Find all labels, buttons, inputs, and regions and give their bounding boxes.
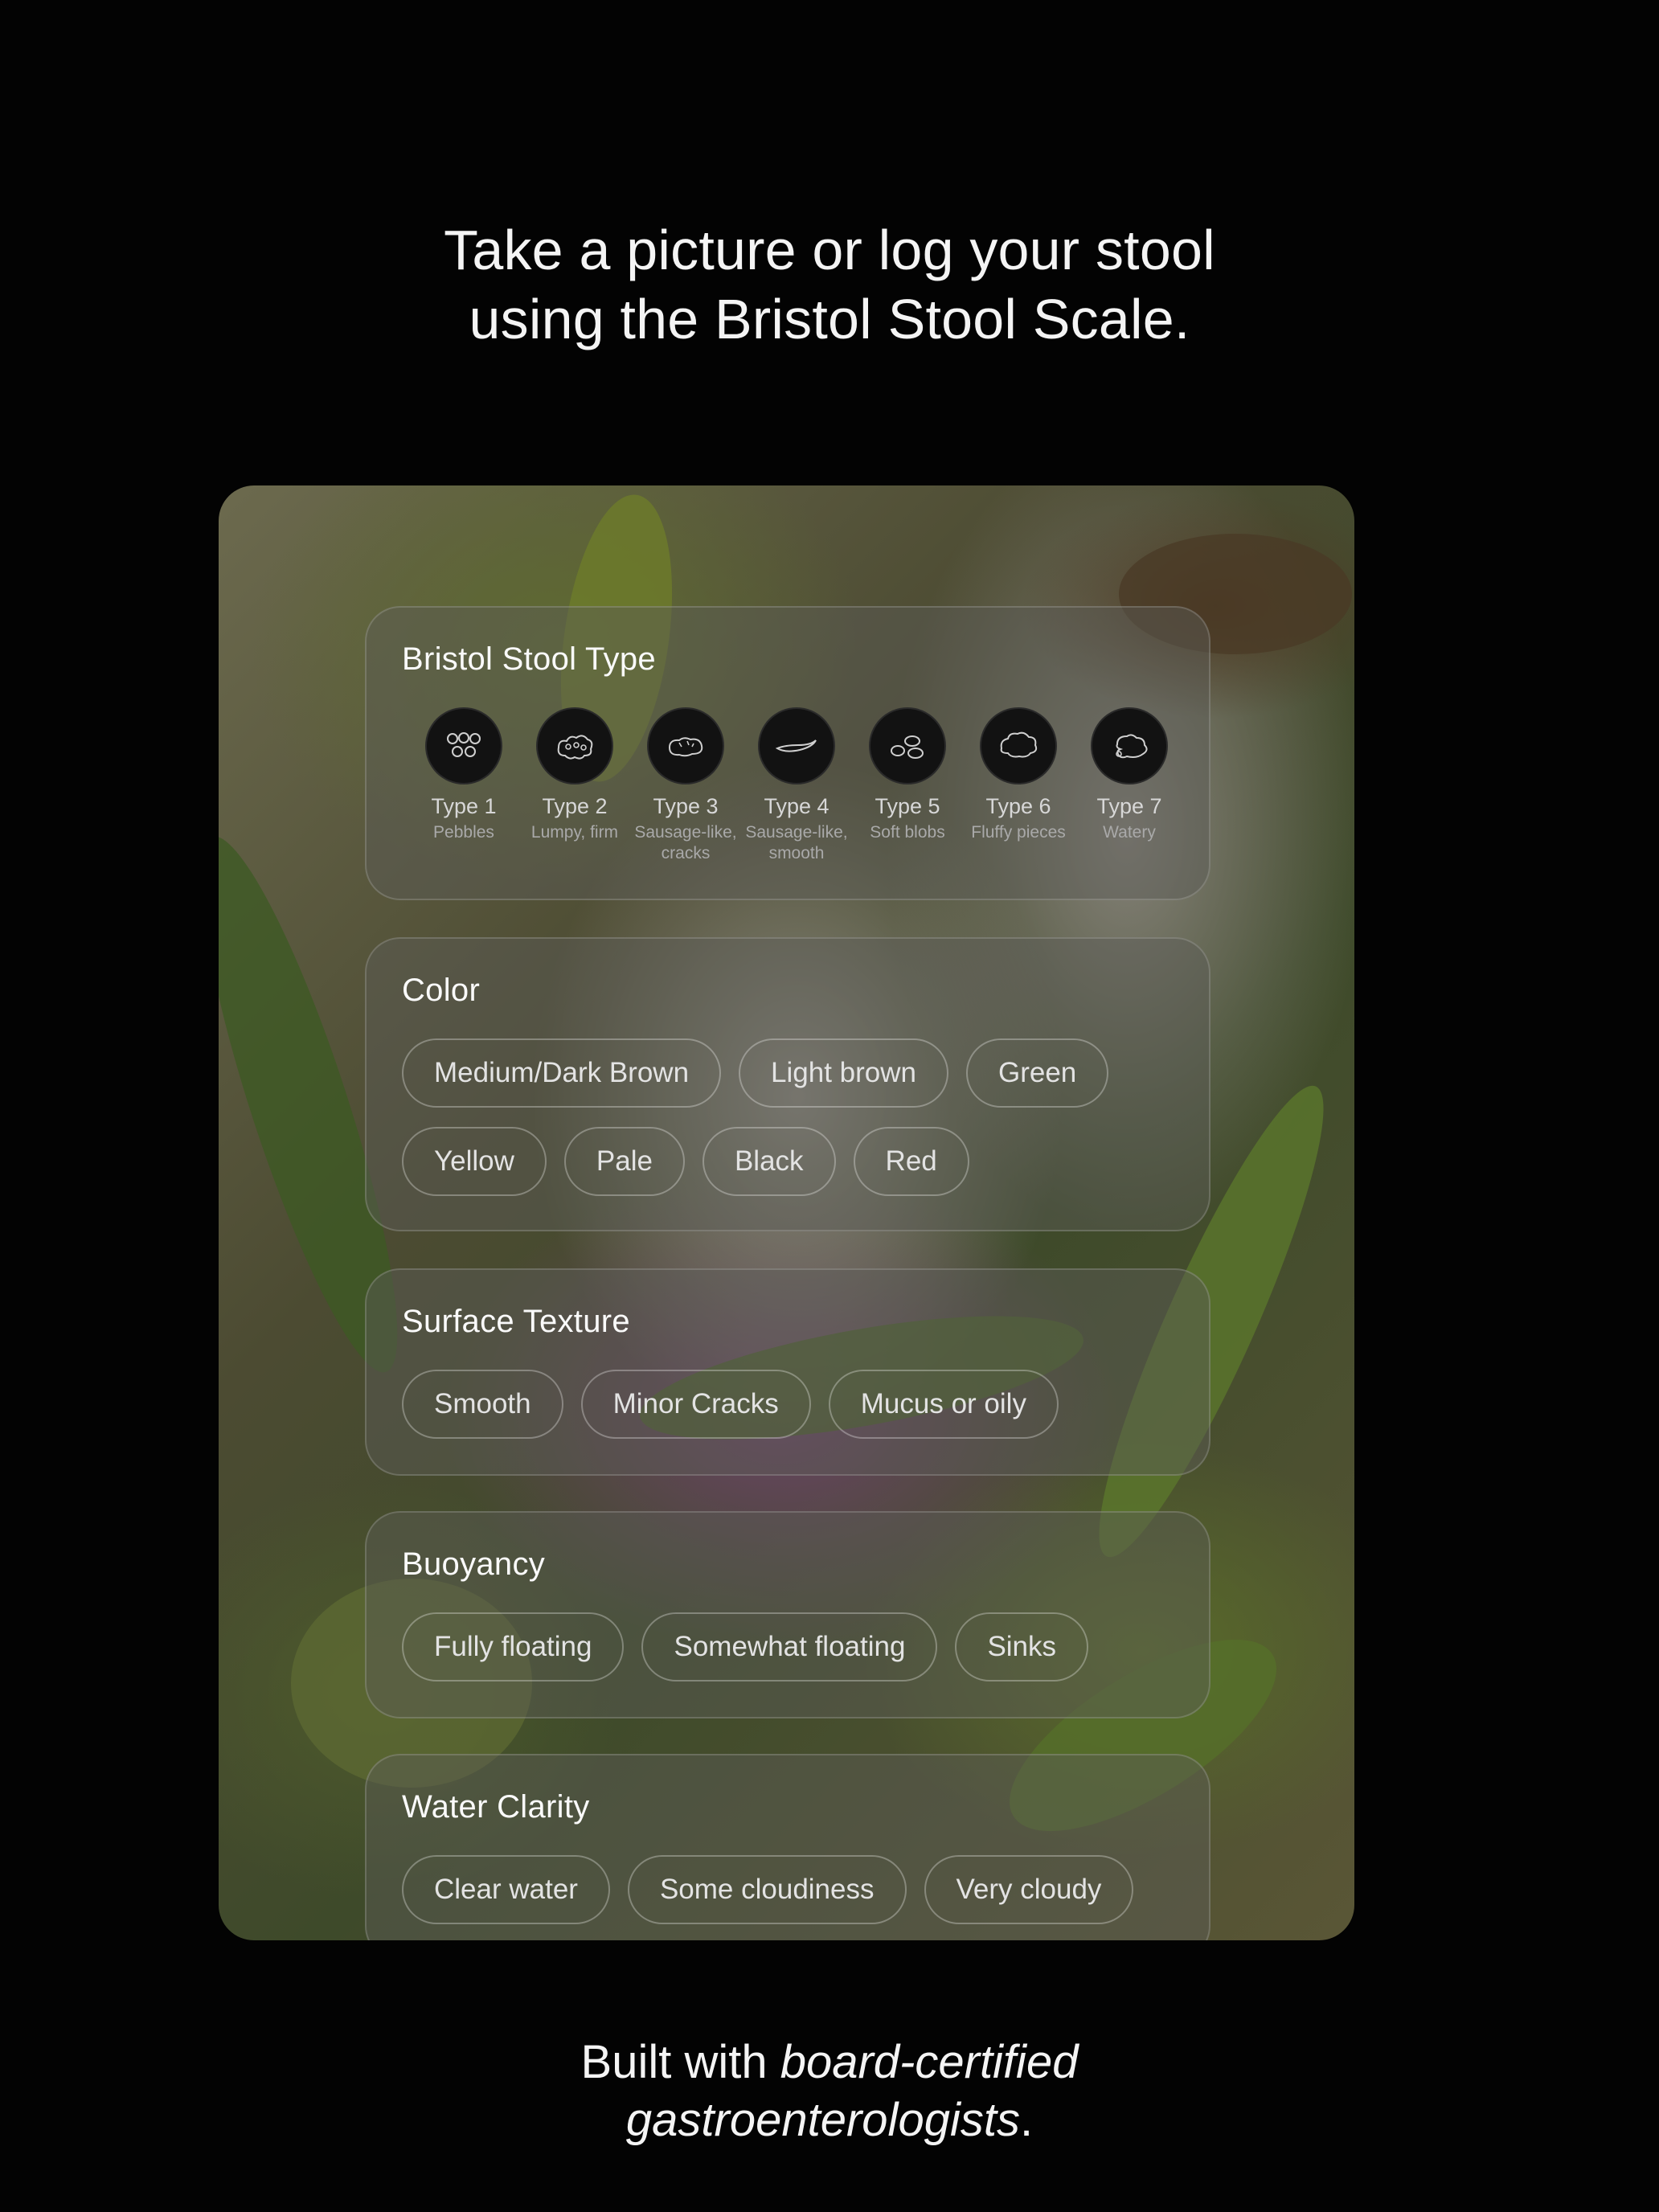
type-description: Watery: [1103, 823, 1156, 842]
bristol-stool-type-card: Bristol Stool Type Type 1 Pebbles Type 2…: [365, 606, 1210, 900]
cracked-sausage-icon: [647, 707, 724, 784]
clarity-chip-some-cloudiness[interactable]: Some cloudiness: [627, 1855, 907, 1924]
stool-type-4[interactable]: Type 4 Sausage-like, smooth: [741, 707, 852, 864]
type-name: Type 1: [431, 794, 497, 818]
footer-prefix: Built with: [580, 2036, 780, 2088]
card-title: Color: [402, 973, 481, 1008]
buoyancy-chip-somewhat-floating[interactable]: Somewhat floating: [641, 1612, 938, 1682]
buoyancy-chip-sinks[interactable]: Sinks: [955, 1612, 1089, 1682]
type-description: Soft blobs: [870, 823, 945, 842]
stool-type-3[interactable]: Type 3 Sausage-like, cracks: [630, 707, 741, 864]
color-chip-yellow[interactable]: Yellow: [402, 1127, 547, 1196]
headline-line-1: Take a picture or log your stool: [444, 219, 1215, 281]
color-options-row-1: Medium/Dark Brown Light brown Green: [402, 1038, 1109, 1108]
type-name: Type 5: [875, 794, 940, 818]
type-description: Lumpy, firm: [530, 823, 619, 842]
clarity-options: Clear water Some cloudiness Very cloudy: [402, 1855, 1134, 1924]
stool-type-1[interactable]: Type 1 Pebbles: [408, 707, 519, 864]
footer-suffix: .: [1019, 2094, 1034, 2146]
color-card: Color Medium/Dark Brown Light brown Gree…: [365, 937, 1210, 1231]
color-chip-black[interactable]: Black: [702, 1127, 836, 1196]
type-description: Sausage-like, smooth: [745, 823, 848, 862]
footer-line-2: gastroenterologists.: [0, 2091, 1659, 2149]
texture-options: Smooth Minor Cracks Mucus or oily: [402, 1370, 1059, 1439]
card-title: Buoyancy: [402, 1546, 546, 1582]
texture-chip-minor-cracks[interactable]: Minor Cracks: [580, 1370, 811, 1439]
type-description: Fluffy pieces: [971, 823, 1066, 842]
soft-blobs-icon: [869, 707, 946, 784]
stool-type-7[interactable]: Type 7 Watery: [1074, 707, 1185, 864]
card-title: Bristol Stool Type: [402, 641, 656, 677]
color-chip-medium-dark-brown[interactable]: Medium/Dark Brown: [402, 1038, 722, 1108]
clarity-chip-very-cloudy[interactable]: Very cloudy: [924, 1855, 1134, 1924]
footer-italic-1: board-certified: [780, 2036, 1079, 2088]
color-chip-light-brown[interactable]: Light brown: [739, 1038, 948, 1108]
stool-type-2[interactable]: Type 2 Lumpy, firm: [519, 707, 630, 864]
headline: Take a picture or log your stool using t…: [0, 215, 1659, 354]
water-clarity-card: Water Clarity Clear water Some cloudines…: [365, 1754, 1210, 1940]
type-name: Type 7: [1096, 794, 1162, 818]
water-clarity-clip: Water Clarity Clear water Some cloudines…: [0, 1754, 1659, 1940]
type-name: Type 4: [764, 794, 830, 818]
surface-texture-card: Surface Texture Smooth Minor Cracks Mucu…: [365, 1268, 1210, 1476]
smooth-sausage-icon: [758, 707, 835, 784]
color-options-row-2: Yellow Pale Black Red: [402, 1127, 969, 1196]
lumpy-icon: [536, 707, 613, 784]
texture-chip-smooth[interactable]: Smooth: [402, 1370, 563, 1439]
texture-chip-mucus-or-oily[interactable]: Mucus or oily: [828, 1370, 1059, 1439]
fluffy-icon: [980, 707, 1057, 784]
footer-italic-2: gastroenterologists: [625, 2094, 1020, 2146]
color-chip-red[interactable]: Red: [853, 1127, 969, 1196]
type-name: Type 3: [653, 794, 719, 818]
stool-type-selector: Type 1 Pebbles Type 2 Lumpy, firm Type 3…: [408, 707, 1185, 864]
buoyancy-chip-fully-floating[interactable]: Fully floating: [402, 1612, 625, 1682]
type-description: Sausage-like, cracks: [634, 823, 737, 862]
type-description: Pebbles: [433, 823, 494, 842]
headline-line-2: using the Bristol Stool Scale.: [469, 288, 1190, 350]
color-chip-green[interactable]: Green: [966, 1038, 1109, 1108]
pebbles-icon: [425, 707, 502, 784]
stool-type-6[interactable]: Type 6 Fluffy pieces: [963, 707, 1074, 864]
footer-tagline: Built with board-certified gastroenterol…: [0, 2034, 1659, 2149]
watery-icon: [1091, 707, 1168, 784]
card-title: Surface Texture: [402, 1304, 630, 1339]
card-title: Water Clarity: [402, 1789, 590, 1825]
buoyancy-options: Fully floating Somewhat floating Sinks: [402, 1612, 1089, 1682]
type-name: Type 2: [542, 794, 608, 818]
color-chip-pale[interactable]: Pale: [563, 1127, 685, 1196]
buoyancy-card: Buoyancy Fully floating Somewhat floatin…: [365, 1511, 1210, 1718]
stool-type-5[interactable]: Type 5 Soft blobs: [852, 707, 963, 864]
type-name: Type 6: [985, 794, 1051, 818]
clarity-chip-clear-water[interactable]: Clear water: [402, 1855, 610, 1924]
footer-line-1: Built with board-certified: [0, 2034, 1659, 2091]
